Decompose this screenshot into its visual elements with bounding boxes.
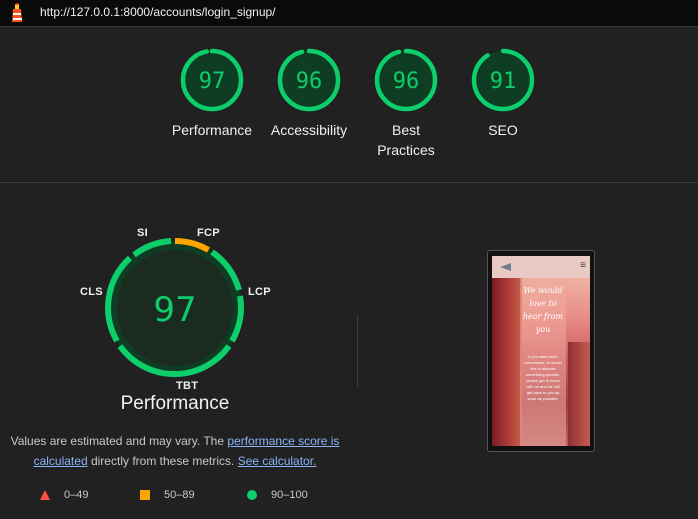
legend-label: 50–89 <box>164 489 195 501</box>
performance-title: Performance <box>120 393 230 414</box>
preview-header: ≡ <box>492 256 590 278</box>
gauge-score: 96 <box>296 69 323 94</box>
metric-fcp-label[interactable]: FCP <box>197 227 220 239</box>
note-text: directly from these metrics. <box>90 454 235 468</box>
metrics-note: Values are estimated and may vary. The p… <box>0 431 350 471</box>
metric-si-label[interactable]: SI <box>137 227 148 239</box>
calculator-link[interactable]: See calculator. <box>238 454 317 468</box>
preview-card: We would love to hear from you If you wa… <box>520 278 566 446</box>
gauge-score: 91 <box>490 69 517 94</box>
circle-icon <box>247 490 257 500</box>
gauge-performance[interactable]: 97 Performance <box>157 47 267 140</box>
performance-gauge-icon: 97 <box>105 238 244 377</box>
legend-poor: 0–49 <box>40 489 88 501</box>
lighthouse-icon <box>12 3 22 22</box>
legend-label: 90–100 <box>271 489 308 501</box>
score-ring-icon: 97 <box>180 48 244 112</box>
preview-rock <box>492 278 522 446</box>
metric-lcp-label[interactable]: LCP <box>248 286 271 298</box>
score-ring-icon: 96 <box>277 48 341 112</box>
score-ring-icon: 96 <box>374 48 438 112</box>
legend-good: 90–100 <box>247 489 308 501</box>
address-bar: http://127.0.0.1:8000/accounts/login_sig… <box>0 0 698 27</box>
preview-body: If you want more information, or would l… <box>524 354 562 401</box>
square-icon <box>140 490 150 500</box>
hamburger-icon: ≡ <box>580 260 586 271</box>
gauge-seo[interactable]: 91 SEO <box>448 47 558 140</box>
page-url[interactable]: http://127.0.0.1:8000/accounts/login_sig… <box>40 5 276 19</box>
megaphone-icon <box>500 263 511 271</box>
performance-score: 97 <box>153 290 196 330</box>
metric-tbt-label[interactable]: TBT <box>176 380 198 392</box>
legend-average: 50–89 <box>140 489 195 501</box>
gauge-label: SEO <box>488 122 518 138</box>
metric-cls-label[interactable]: CLS <box>80 286 103 298</box>
gauge-label: Accessibility <box>270 122 348 138</box>
category-gauges: 97 Performance 96 Accessibility 96 Best … <box>0 27 698 182</box>
gauge-score: 97 <box>199 69 226 94</box>
note-text: Values are estimated and may vary. The <box>10 434 225 448</box>
preview-rock <box>568 342 590 446</box>
triangle-icon <box>40 490 50 500</box>
gauge-accessibility[interactable]: 96 Accessibility <box>254 47 364 140</box>
preview-screen: ≡ We would love to hear from you If you … <box>492 256 590 446</box>
performance-section: 97 SI FCP LCP TBT CLS Performance Values… <box>0 183 698 519</box>
gauge-label: Performance <box>171 122 253 138</box>
legend-label: 0–49 <box>64 489 89 501</box>
preview-heading: We would love to hear from you <box>522 286 564 334</box>
gauge-best-practices[interactable]: 96 Best Practices <box>351 47 461 160</box>
gauge-score: 96 <box>393 69 420 94</box>
gauge-label: Best Practices <box>377 122 435 158</box>
score-ring-icon: 91 <box>471 48 535 112</box>
screenshot-thumbnail[interactable]: ≡ We would love to hear from you If you … <box>487 250 595 452</box>
vertical-divider <box>357 315 358 387</box>
